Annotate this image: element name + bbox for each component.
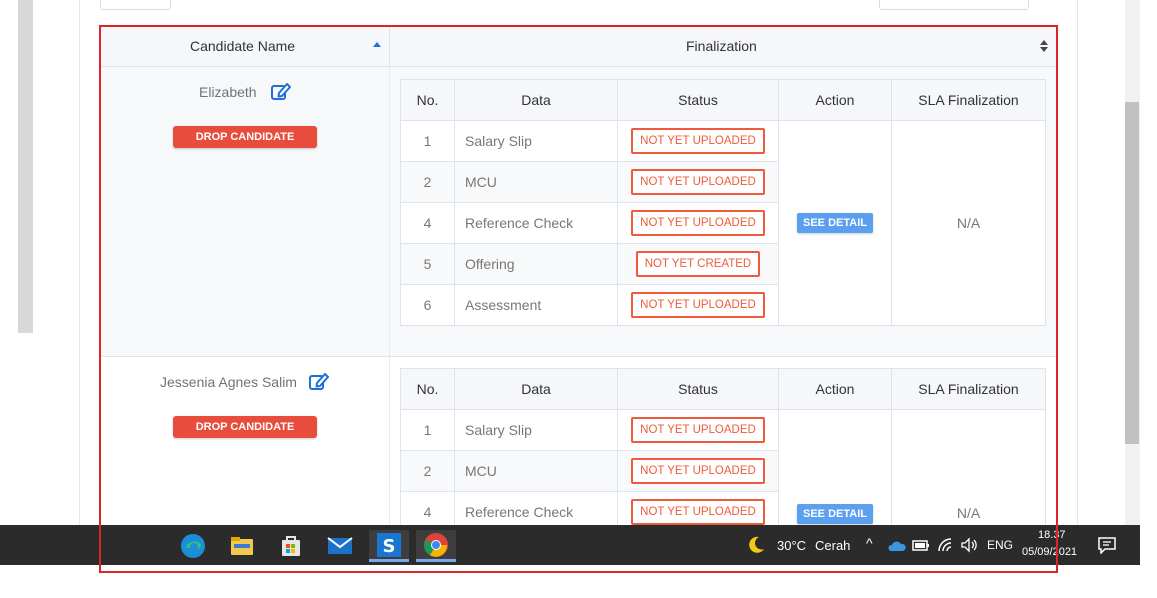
- row-data: Reference Check: [454, 491, 618, 525]
- finalization-table: No. Data Status Action SLA Finalization …: [400, 368, 1046, 525]
- no-header: No.: [400, 368, 455, 410]
- data-header: Data: [454, 79, 618, 121]
- row-data: Salary Slip: [454, 409, 618, 451]
- scrollbar-thumb[interactable]: [1125, 102, 1139, 444]
- finalization-table: No. Data Status Action SLA Finalization …: [400, 79, 1046, 326]
- candidate-row: Elizabeth DROP CANDIDATE No. Data Status…: [100, 67, 1057, 356]
- left-scroll-rail: [18, 0, 33, 333]
- status-cell: NOT YET CREATED: [617, 243, 779, 285]
- edit-icon[interactable]: [308, 371, 330, 391]
- candidate-table: Candidate Name Finalization Elizabeth DR…: [100, 26, 1057, 525]
- candidate-name-header-label: Candidate Name: [190, 38, 296, 54]
- row-data: MCU: [454, 161, 618, 203]
- edge-icon[interactable]: [173, 530, 213, 562]
- row-data: Assessment: [454, 284, 618, 326]
- candidate-row: Jessenia Agnes Salim DROP CANDIDATE No. …: [100, 357, 1057, 525]
- onedrive-icon[interactable]: [888, 539, 906, 557]
- data-header: Data: [454, 368, 618, 410]
- candidate-name: Elizabeth: [199, 84, 257, 100]
- column-header-candidate-name[interactable]: Candidate Name: [100, 26, 390, 67]
- sla-header: SLA Finalization: [891, 79, 1046, 121]
- status-badge: NOT YET UPLOADED: [631, 417, 765, 443]
- row-number: 2: [400, 161, 455, 203]
- row-number: 2: [400, 450, 455, 492]
- status-cell: NOT YET UPLOADED: [617, 450, 779, 492]
- sort-ascending-icon[interactable]: [373, 42, 381, 47]
- finalization-cell: No. Data Status Action SLA Finalization …: [390, 67, 1057, 356]
- page-length-select[interactable]: [100, 0, 171, 10]
- store-icon[interactable]: [271, 530, 311, 562]
- action-cell: SEE DETAIL: [778, 409, 892, 525]
- status-badge: NOT YET UPLOADED: [631, 128, 765, 154]
- candidate-name-cell: Jessenia Agnes Salim DROP CANDIDATE: [100, 357, 390, 525]
- edit-icon[interactable]: [270, 81, 292, 101]
- mail-icon[interactable]: [320, 530, 360, 562]
- table-row: 1 Salary Slip NOT YET UPLOADED SEE DETAI…: [400, 409, 1046, 525]
- app-s-icon[interactable]: S: [369, 530, 409, 562]
- language-indicator[interactable]: ENG: [987, 538, 1013, 552]
- status-header: Status: [617, 79, 779, 121]
- search-input[interactable]: [879, 0, 1029, 10]
- volume-icon[interactable]: [960, 537, 978, 558]
- status-cell: NOT YET UPLOADED: [617, 120, 779, 162]
- chevron-up-icon[interactable]: ^: [866, 535, 873, 551]
- see-detail-button[interactable]: SEE DETAIL: [797, 504, 873, 524]
- status-badge: NOT YET UPLOADED: [631, 292, 765, 318]
- chrome-icon[interactable]: [416, 530, 456, 562]
- no-header: No.: [400, 79, 455, 121]
- status-badge: NOT YET UPLOADED: [631, 458, 765, 484]
- candidate-name: Jessenia Agnes Salim: [160, 374, 297, 390]
- row-number: 4: [400, 491, 455, 525]
- row-number: 4: [400, 202, 455, 244]
- status-cell: NOT YET UPLOADED: [617, 409, 779, 451]
- sort-both-icon[interactable]: [1040, 40, 1048, 52]
- finalization-cell: No. Data Status Action SLA Finalization …: [390, 357, 1057, 525]
- see-detail-button[interactable]: SEE DETAIL: [797, 213, 873, 233]
- row-data: Salary Slip: [454, 120, 618, 162]
- action-cell: SEE DETAIL: [778, 120, 892, 326]
- finalization-header-label: Finalization: [686, 38, 757, 54]
- weather-condition[interactable]: Cerah: [815, 538, 850, 553]
- status-badge: NOT YET CREATED: [635, 251, 761, 277]
- row-data: Offering: [454, 243, 618, 285]
- status-cell: NOT YET UPLOADED: [617, 284, 779, 326]
- column-header-finalization[interactable]: Finalization: [390, 26, 1057, 67]
- sla-value: N/A: [891, 409, 1046, 525]
- row-number: 5: [400, 243, 455, 285]
- status-badge: NOT YET UPLOADED: [631, 499, 765, 525]
- row-number: 6: [400, 284, 455, 326]
- action-header: Action: [778, 368, 892, 410]
- row-number: 1: [400, 120, 455, 162]
- status-cell: NOT YET UPLOADED: [617, 202, 779, 244]
- drop-candidate-button[interactable]: DROP CANDIDATE: [173, 416, 317, 438]
- moon-icon: [746, 535, 766, 560]
- sla-value: N/A: [891, 120, 1046, 326]
- status-header: Status: [617, 368, 779, 410]
- right-edge: [1140, 0, 1157, 598]
- windows-taskbar: S 30°C Cerah ^ ENG 18.37 05/09/2021: [0, 525, 1140, 565]
- drop-candidate-button[interactable]: DROP CANDIDATE: [173, 126, 317, 148]
- action-header: Action: [778, 79, 892, 121]
- row-data: MCU: [454, 450, 618, 492]
- weather-temp[interactable]: 30°C: [777, 538, 806, 553]
- status-badge: NOT YET UPLOADED: [631, 210, 765, 236]
- status-cell: NOT YET UPLOADED: [617, 161, 779, 203]
- file-explorer-icon[interactable]: [222, 530, 262, 562]
- wifi-icon[interactable]: [937, 537, 955, 558]
- row-data: Reference Check: [454, 202, 618, 244]
- status-cell: NOT YET UPLOADED: [617, 491, 779, 525]
- notification-icon[interactable]: [1097, 536, 1117, 559]
- clock-date[interactable]: 05/09/2021: [1022, 546, 1077, 558]
- status-badge: NOT YET UPLOADED: [631, 169, 765, 195]
- svg-text:S: S: [383, 536, 396, 557]
- sla-header: SLA Finalization: [891, 368, 1046, 410]
- clock-time[interactable]: 18.37: [1038, 529, 1066, 541]
- table-row: 1 Salary Slip NOT YET UPLOADED SEE DETAI…: [400, 120, 1046, 326]
- candidate-name-cell: Elizabeth DROP CANDIDATE: [100, 67, 390, 356]
- battery-icon[interactable]: [912, 538, 930, 557]
- row-number: 1: [400, 409, 455, 451]
